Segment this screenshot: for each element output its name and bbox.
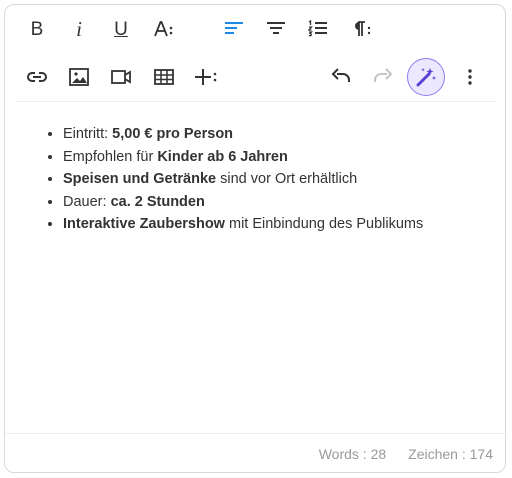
list-item: Interaktive Zaubershow mit Einbindung de… — [63, 213, 485, 236]
align-left-button[interactable] — [216, 11, 252, 47]
bold-button[interactable]: B — [19, 11, 55, 47]
list-item: Speisen und Getränke sind vor Ort erhält… — [63, 168, 485, 191]
video-icon — [111, 70, 131, 84]
list-item: Eintritt: 5,00 € pro Person — [63, 123, 485, 146]
rich-text-editor: B i U • Eintritt: 5,00 € pro Person • Em… — [4, 4, 506, 473]
toolbar-row-formatting: B i U — [5, 7, 505, 51]
magic-wand-icon — [416, 68, 436, 87]
link-icon — [27, 72, 47, 82]
table-icon — [154, 69, 174, 85]
redo-icon — [374, 68, 393, 82]
redo-button[interactable] — [365, 59, 401, 95]
list-item-text: Empfohlen für — [63, 148, 158, 165]
list-item: Dauer: ca. 2 Stunden — [63, 191, 485, 214]
vertical-dots-icon — [468, 69, 472, 85]
list-item-text: sind vor Ort erhältlich — [216, 171, 358, 187]
insert-table-button[interactable] — [146, 59, 182, 95]
list-item-bold-text: Kinder ab 6 Jahren — [157, 148, 288, 165]
insert-link-button[interactable] — [19, 59, 55, 95]
word-count: Words : 28 — [318, 446, 387, 462]
list-item-bold-text: 5,00 € pro Person — [112, 126, 234, 142]
italic-icon: i — [76, 16, 82, 41]
underline-icon: U — [114, 18, 128, 40]
align-center-button[interactable] — [258, 11, 294, 47]
font-size-button[interactable] — [146, 11, 182, 47]
bullet-list: Eintritt: 5,00 € pro Person Empfohlen fü… — [25, 123, 485, 236]
image-icon — [69, 68, 89, 86]
paragraph-icon — [355, 21, 371, 36]
undo-button[interactable] — [323, 59, 359, 95]
numbered-list-icon — [307, 19, 327, 37]
insert-image-button[interactable] — [61, 59, 97, 95]
list-item-text: Eintritt: — [63, 126, 113, 142]
more-options-button[interactable] — [452, 59, 488, 95]
toolbar-divider — [15, 101, 495, 102]
undo-icon — [331, 68, 350, 82]
list-item-text: mit Einbindung des Publikums — [224, 216, 424, 232]
char-count: Zeichen : 174 — [408, 446, 493, 462]
bold-icon: B — [30, 18, 44, 40]
underline-button[interactable]: U — [103, 11, 139, 47]
insert-video-button[interactable] — [103, 59, 139, 95]
align-left-icon — [225, 22, 243, 34]
status-bar: Words : 28 Zeichen : 174 — [319, 446, 493, 462]
toolbar-row-insert — [5, 55, 505, 99]
italic-button[interactable]: i — [61, 11, 97, 47]
font-size-icon — [154, 21, 173, 37]
list-item-text: Dauer: — [63, 193, 111, 210]
list-button[interactable] — [300, 11, 336, 47]
ai-magic-button[interactable] — [407, 58, 445, 96]
paragraph-button[interactable] — [343, 11, 379, 47]
insert-more-button[interactable] — [188, 59, 224, 95]
list-item: Empfohlen für Kinder ab 6 Jahren — [63, 146, 485, 169]
editor-content[interactable]: Eintritt: 5,00 € pro Person Empfohlen fü… — [25, 123, 485, 236]
align-center-icon — [267, 22, 285, 34]
list-item-bold-text: Speisen und Getränke — [63, 171, 217, 187]
list-item-bold-text: Interaktive Zaubershow — [63, 216, 225, 232]
plus-icon — [195, 69, 217, 85]
list-item-bold-text: ca. 2 Stunden — [110, 193, 205, 210]
footer-divider — [5, 433, 505, 434]
